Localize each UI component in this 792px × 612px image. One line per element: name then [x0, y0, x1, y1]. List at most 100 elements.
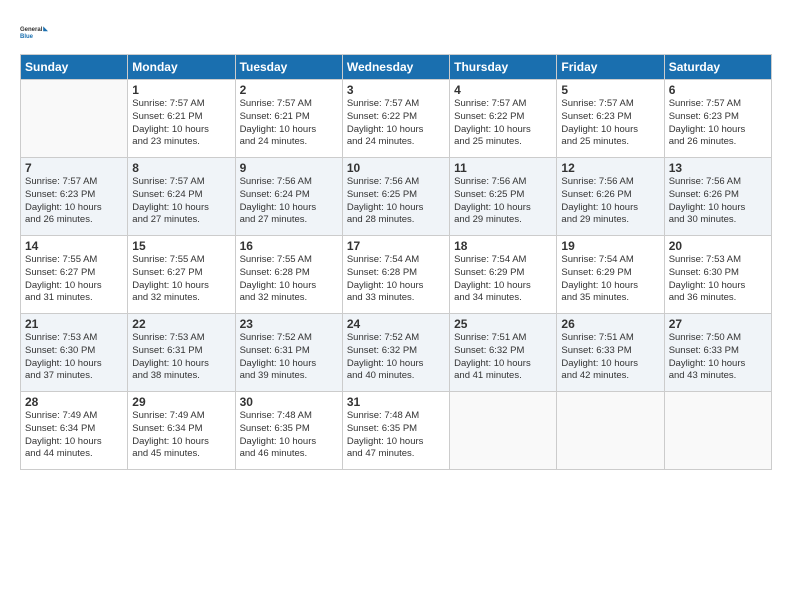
calendar-cell: 4Sunrise: 7:57 AMSunset: 6:22 PMDaylight… [450, 80, 557, 158]
day-number: 10 [347, 161, 445, 175]
day-number: 16 [240, 239, 338, 253]
day-info: Sunrise: 7:56 AMSunset: 6:25 PMDaylight:… [347, 176, 445, 227]
logo-icon: GeneralBlue [20, 18, 48, 46]
calendar-week-row: 21Sunrise: 7:53 AMSunset: 6:30 PMDayligh… [21, 314, 772, 392]
day-number: 1 [132, 83, 230, 97]
calendar-cell: 17Sunrise: 7:54 AMSunset: 6:28 PMDayligh… [342, 236, 449, 314]
day-info: Sunrise: 7:56 AMSunset: 6:25 PMDaylight:… [454, 176, 552, 227]
calendar-cell [450, 392, 557, 470]
calendar-cell: 9Sunrise: 7:56 AMSunset: 6:24 PMDaylight… [235, 158, 342, 236]
day-info: Sunrise: 7:56 AMSunset: 6:26 PMDaylight:… [561, 176, 659, 227]
day-header-saturday: Saturday [664, 55, 771, 80]
calendar-cell [557, 392, 664, 470]
day-header-sunday: Sunday [21, 55, 128, 80]
calendar-cell: 29Sunrise: 7:49 AMSunset: 6:34 PMDayligh… [128, 392, 235, 470]
day-number: 26 [561, 317, 659, 331]
day-info: Sunrise: 7:57 AMSunset: 6:24 PMDaylight:… [132, 176, 230, 227]
day-header-friday: Friday [557, 55, 664, 80]
day-info: Sunrise: 7:56 AMSunset: 6:24 PMDaylight:… [240, 176, 338, 227]
day-number: 13 [669, 161, 767, 175]
day-info: Sunrise: 7:57 AMSunset: 6:23 PMDaylight:… [561, 98, 659, 149]
calendar-cell: 20Sunrise: 7:53 AMSunset: 6:30 PMDayligh… [664, 236, 771, 314]
day-info: Sunrise: 7:53 AMSunset: 6:31 PMDaylight:… [132, 332, 230, 383]
day-number: 23 [240, 317, 338, 331]
calendar-page: GeneralBlue SundayMondayTuesdayWednesday… [0, 0, 792, 612]
calendar-cell: 14Sunrise: 7:55 AMSunset: 6:27 PMDayligh… [21, 236, 128, 314]
day-number: 4 [454, 83, 552, 97]
day-info: Sunrise: 7:49 AMSunset: 6:34 PMDaylight:… [132, 410, 230, 461]
day-info: Sunrise: 7:57 AMSunset: 6:21 PMDaylight:… [240, 98, 338, 149]
day-number: 5 [561, 83, 659, 97]
logo: GeneralBlue [20, 18, 48, 46]
day-info: Sunrise: 7:57 AMSunset: 6:21 PMDaylight:… [132, 98, 230, 149]
calendar-cell: 11Sunrise: 7:56 AMSunset: 6:25 PMDayligh… [450, 158, 557, 236]
day-info: Sunrise: 7:50 AMSunset: 6:33 PMDaylight:… [669, 332, 767, 383]
day-number: 17 [347, 239, 445, 253]
calendar-cell: 7Sunrise: 7:57 AMSunset: 6:23 PMDaylight… [21, 158, 128, 236]
day-header-monday: Monday [128, 55, 235, 80]
day-info: Sunrise: 7:53 AMSunset: 6:30 PMDaylight:… [669, 254, 767, 305]
calendar-cell: 24Sunrise: 7:52 AMSunset: 6:32 PMDayligh… [342, 314, 449, 392]
calendar-cell: 5Sunrise: 7:57 AMSunset: 6:23 PMDaylight… [557, 80, 664, 158]
calendar-cell: 6Sunrise: 7:57 AMSunset: 6:23 PMDaylight… [664, 80, 771, 158]
day-number: 28 [25, 395, 123, 409]
day-number: 12 [561, 161, 659, 175]
day-number: 11 [454, 161, 552, 175]
day-number: 24 [347, 317, 445, 331]
calendar-table: SundayMondayTuesdayWednesdayThursdayFrid… [20, 54, 772, 470]
calendar-cell: 16Sunrise: 7:55 AMSunset: 6:28 PMDayligh… [235, 236, 342, 314]
day-info: Sunrise: 7:57 AMSunset: 6:22 PMDaylight:… [454, 98, 552, 149]
svg-text:Blue: Blue [20, 34, 34, 40]
calendar-cell: 27Sunrise: 7:50 AMSunset: 6:33 PMDayligh… [664, 314, 771, 392]
day-header-wednesday: Wednesday [342, 55, 449, 80]
calendar-cell: 28Sunrise: 7:49 AMSunset: 6:34 PMDayligh… [21, 392, 128, 470]
day-number: 3 [347, 83, 445, 97]
calendar-header-row: SundayMondayTuesdayWednesdayThursdayFrid… [21, 55, 772, 80]
day-info: Sunrise: 7:57 AMSunset: 6:23 PMDaylight:… [669, 98, 767, 149]
day-info: Sunrise: 7:52 AMSunset: 6:32 PMDaylight:… [347, 332, 445, 383]
day-number: 2 [240, 83, 338, 97]
calendar-cell: 8Sunrise: 7:57 AMSunset: 6:24 PMDaylight… [128, 158, 235, 236]
day-number: 7 [25, 161, 123, 175]
day-info: Sunrise: 7:55 AMSunset: 6:27 PMDaylight:… [132, 254, 230, 305]
calendar-cell: 31Sunrise: 7:48 AMSunset: 6:35 PMDayligh… [342, 392, 449, 470]
svg-text:General: General [20, 27, 43, 33]
calendar-cell: 21Sunrise: 7:53 AMSunset: 6:30 PMDayligh… [21, 314, 128, 392]
day-number: 27 [669, 317, 767, 331]
calendar-cell: 30Sunrise: 7:48 AMSunset: 6:35 PMDayligh… [235, 392, 342, 470]
day-number: 6 [669, 83, 767, 97]
day-number: 21 [25, 317, 123, 331]
calendar-cell: 10Sunrise: 7:56 AMSunset: 6:25 PMDayligh… [342, 158, 449, 236]
day-info: Sunrise: 7:51 AMSunset: 6:32 PMDaylight:… [454, 332, 552, 383]
calendar-cell: 12Sunrise: 7:56 AMSunset: 6:26 PMDayligh… [557, 158, 664, 236]
day-number: 19 [561, 239, 659, 253]
day-info: Sunrise: 7:57 AMSunset: 6:23 PMDaylight:… [25, 176, 123, 227]
calendar-cell: 19Sunrise: 7:54 AMSunset: 6:29 PMDayligh… [557, 236, 664, 314]
day-number: 8 [132, 161, 230, 175]
day-info: Sunrise: 7:55 AMSunset: 6:28 PMDaylight:… [240, 254, 338, 305]
day-info: Sunrise: 7:52 AMSunset: 6:31 PMDaylight:… [240, 332, 338, 383]
day-info: Sunrise: 7:56 AMSunset: 6:26 PMDaylight:… [669, 176, 767, 227]
day-number: 15 [132, 239, 230, 253]
day-info: Sunrise: 7:54 AMSunset: 6:29 PMDaylight:… [561, 254, 659, 305]
day-number: 22 [132, 317, 230, 331]
calendar-cell: 26Sunrise: 7:51 AMSunset: 6:33 PMDayligh… [557, 314, 664, 392]
day-info: Sunrise: 7:54 AMSunset: 6:28 PMDaylight:… [347, 254, 445, 305]
day-info: Sunrise: 7:53 AMSunset: 6:30 PMDaylight:… [25, 332, 123, 383]
header-area: GeneralBlue [20, 18, 772, 46]
calendar-cell: 23Sunrise: 7:52 AMSunset: 6:31 PMDayligh… [235, 314, 342, 392]
day-number: 30 [240, 395, 338, 409]
calendar-week-row: 28 Sunrise: 7:49 AMSunset: 6:34 PMDayligh… [21, 392, 772, 470]
day-header-thursday: Thursday [450, 55, 557, 80]
calendar-cell: 25Sunrise: 7:51 AMSunset: 6:32 PMDayligh… [450, 314, 557, 392]
calendar-week-row: 14Sunrise: 7:55 AMSunset: 6:27 PMDayligh… [21, 236, 772, 314]
day-number: 9 [240, 161, 338, 175]
day-info: Sunrise: 7:54 AMSunset: 6:29 PMDaylight:… [454, 254, 552, 305]
calendar-cell: 13Sunrise: 7:56 AMSunset: 6:26 PMDayligh… [664, 158, 771, 236]
calendar-week-row: 7Sunrise: 7:57 AMSunset: 6:23 PMDaylight… [21, 158, 772, 236]
calendar-cell [21, 80, 128, 158]
calendar-week-row: 1Sunrise: 7:57 AMSunset: 6:21 PMDaylight… [21, 80, 772, 158]
calendar-cell [664, 392, 771, 470]
day-info: Sunrise: 7:57 AMSunset: 6:22 PMDaylight:… [347, 98, 445, 149]
day-number: 31 [347, 395, 445, 409]
